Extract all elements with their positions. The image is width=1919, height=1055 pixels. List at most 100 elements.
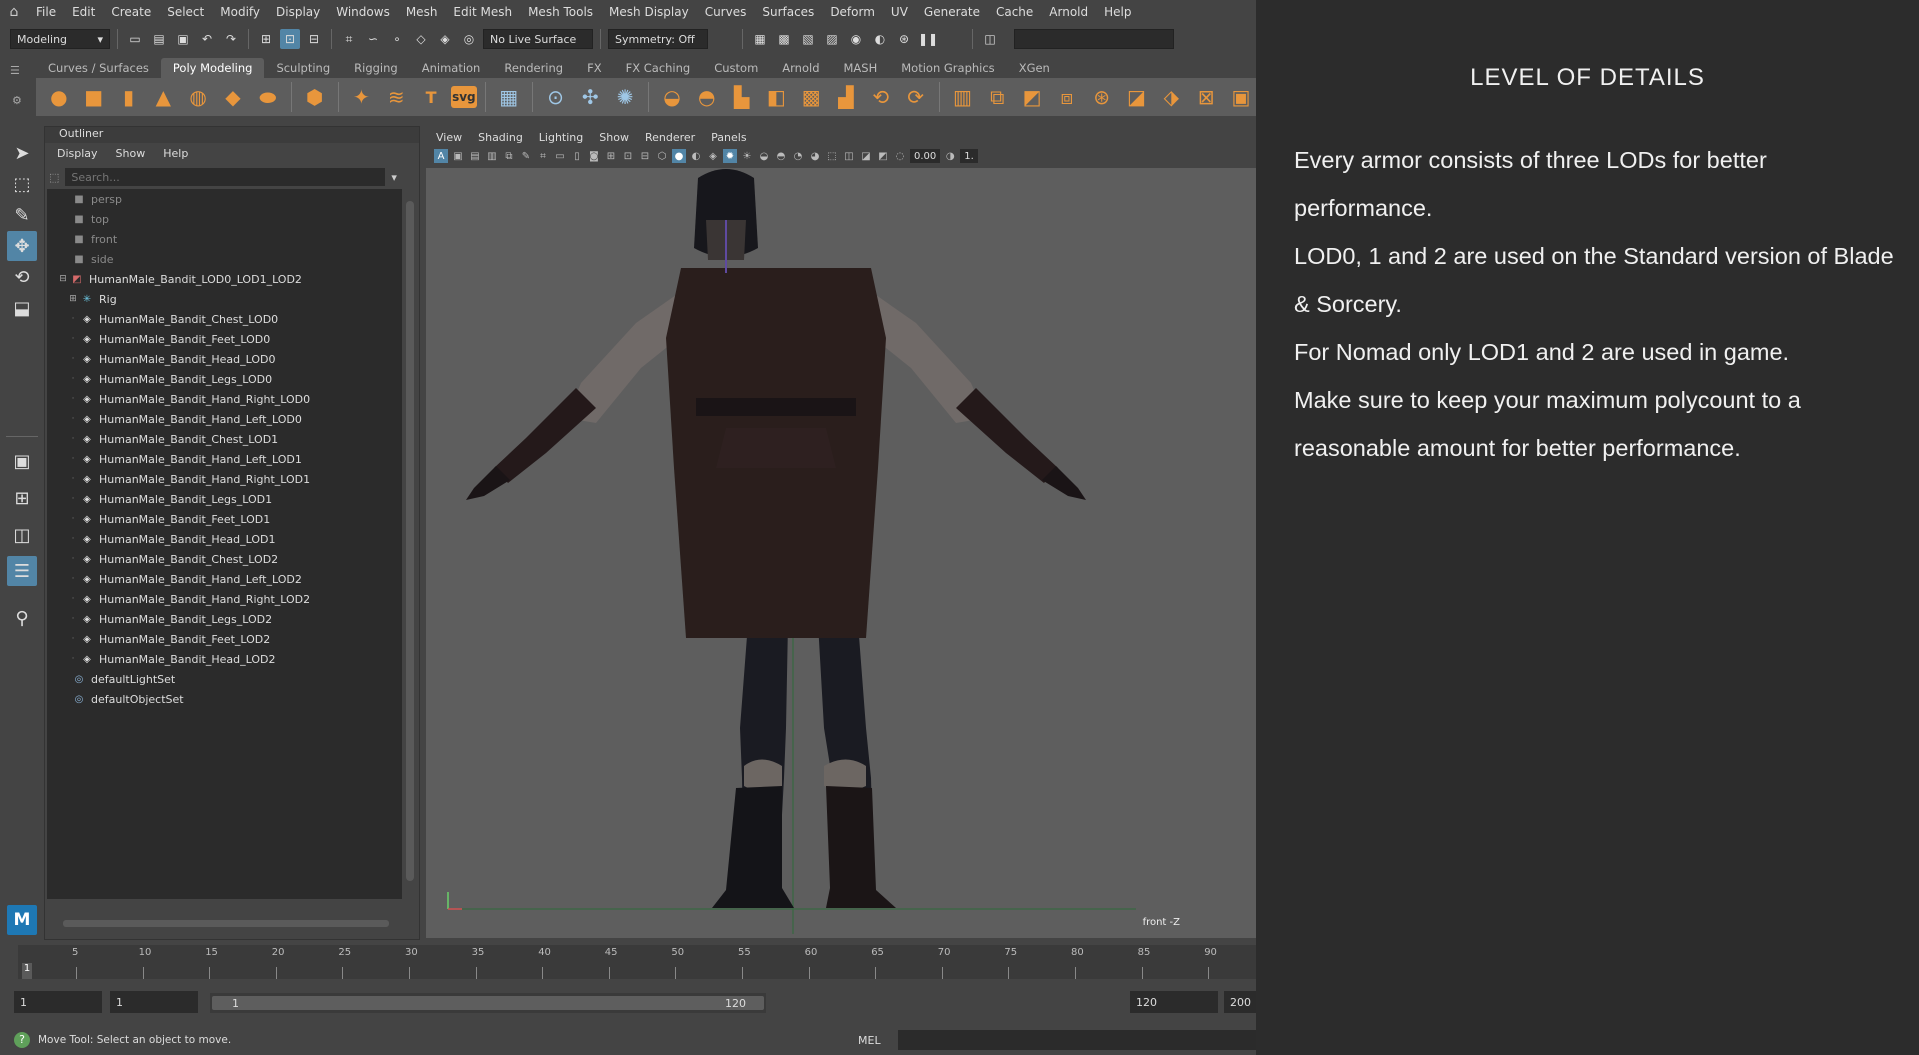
ipr-render-icon[interactable]: ▧ [798, 29, 818, 49]
snap-projected-icon[interactable]: ◇ [411, 29, 431, 49]
outliner-menu-help[interactable]: Help [163, 147, 188, 160]
select-hierarchy-icon[interactable]: ⊞ [256, 29, 276, 49]
scale-tool-icon[interactable]: ⬓ [7, 293, 37, 323]
shelf-tab-custom[interactable]: Custom [702, 58, 770, 78]
scrollbar-thumb[interactable] [63, 920, 389, 927]
list-item[interactable]: ■ side [47, 249, 402, 269]
scrollbar-thumb[interactable] [406, 201, 414, 881]
time-slider-bar[interactable]: 5 10 15 20 25 30 35 40 45 50 55 60 65 70 75 80 85 90 [18, 945, 1256, 979]
list-item[interactable]: ■ front [47, 229, 402, 249]
snap-grid-icon[interactable]: ⌗ [339, 29, 359, 49]
poly-torus-icon[interactable]: ◍ [183, 82, 213, 112]
viewport[interactable]: front -Z [426, 168, 1256, 938]
poly-cylinder-icon[interactable]: ▮ [114, 82, 144, 112]
list-item[interactable]: ◎ defaultLightSet [47, 669, 402, 689]
ambient-occlusion-icon[interactable]: ◒ [757, 149, 771, 163]
menu-display[interactable]: Display [268, 5, 328, 19]
shelf-tab-rigging[interactable]: Rigging [342, 58, 410, 78]
rotate-tool-icon[interactable]: ⟲ [7, 262, 37, 292]
shelf-tab-animation[interactable]: Animation [410, 58, 493, 78]
select-tool-icon[interactable]: ➤ [7, 138, 37, 168]
list-item[interactable]: · ◈ HumanMale_Bandit_Hand_Right_LOD0 [47, 389, 402, 409]
camera-attributes-icon[interactable]: ▣ [451, 149, 465, 163]
poly-sphere-icon[interactable]: ● [44, 82, 74, 112]
select-camera-icon[interactable]: A [434, 149, 448, 163]
move-tool-icon[interactable]: ✥ [7, 231, 37, 261]
outliner-layout-icon[interactable]: ☰ [7, 556, 37, 586]
list-item[interactable]: · ◈ HumanMale_Bandit_Legs_LOD1 [47, 489, 402, 509]
connect-icon[interactable]: ⊠ [1191, 82, 1221, 112]
depth-of-field-icon[interactable]: ◕ [808, 149, 822, 163]
uv-editor-icon[interactable]: ▦ [494, 82, 524, 112]
save-scene-icon[interactable]: ▣ [173, 29, 193, 49]
animation-start-field[interactable]: 1 [14, 991, 102, 1013]
command-input[interactable] [1014, 29, 1174, 49]
reduce-icon[interactable]: ▟ [831, 82, 861, 112]
multi-cut-icon[interactable]: ◪ [1122, 82, 1152, 112]
shelf-tab-rendering[interactable]: Rendering [492, 58, 575, 78]
menu-select[interactable]: Select [159, 5, 212, 19]
workspace-dropdown[interactable]: Modeling ▾ [10, 29, 110, 49]
outliner-menu-display[interactable]: Display [57, 147, 98, 160]
list-item[interactable]: ⊞ ✳ Rig [47, 289, 402, 309]
exposure-field[interactable]: 0.00 [910, 149, 941, 163]
shelf-tab-motion-graphics[interactable]: Motion Graphics [889, 58, 1006, 78]
four-view-icon[interactable]: ⊞ [7, 483, 37, 513]
list-item[interactable]: · ◈ HumanMale_Bandit_Chest_LOD0 [47, 309, 402, 329]
list-item[interactable]: · ◈ HumanMale_Bandit_Chest_LOD1 [47, 429, 402, 449]
bookmark-icon[interactable]: ▤ [468, 149, 482, 163]
wireframe-icon[interactable]: ⬡ [655, 149, 669, 163]
gate-mask-icon[interactable]: ◙ [587, 149, 601, 163]
symmetry-icon[interactable]: ✣ [575, 82, 605, 112]
xray-components-icon[interactable]: ◩ [876, 149, 890, 163]
super-shape-icon[interactable]: ✦ [347, 82, 377, 112]
menu-edit[interactable]: Edit [64, 5, 103, 19]
poly-cube-icon[interactable]: ■ [79, 82, 109, 112]
outliner-menu-show[interactable]: Show [116, 147, 146, 160]
xray-joints-icon[interactable]: ◪ [859, 149, 873, 163]
list-item[interactable]: · ◈ HumanMale_Bandit_Head_LOD0 [47, 349, 402, 369]
poly-disc-icon[interactable]: ⬬ [253, 82, 283, 112]
single-perspective-icon[interactable]: ▣ [7, 446, 37, 476]
mirror-icon[interactable]: ⟲ [866, 82, 896, 112]
bridge-icon[interactable]: ⧉ [982, 82, 1012, 112]
list-item[interactable]: · ◈ HumanMale_Bandit_Feet_LOD0 [47, 329, 402, 349]
command-line-input[interactable] [898, 1030, 1256, 1050]
pause-icon[interactable]: ❚❚ [918, 29, 938, 49]
time-slider[interactable]: 5 10 15 20 25 30 35 40 45 50 55 60 65 70 75 80 85 90 1 [0, 945, 1256, 979]
help-icon[interactable]: ? [14, 1032, 30, 1048]
list-item[interactable]: · ◈ HumanMale_Bandit_Hand_Left_LOD0 [47, 409, 402, 429]
gamma-icon[interactable]: ◑ [943, 149, 957, 163]
list-item[interactable]: · ◈ HumanMale_Bandit_Feet_LOD2 [47, 629, 402, 649]
snap-point-icon[interactable]: ∘ [387, 29, 407, 49]
exposure-icon[interactable]: ◌ [893, 149, 907, 163]
menu-generate[interactable]: Generate [916, 5, 988, 19]
animation-end-field[interactable]: 200 [1224, 991, 1256, 1013]
viewport-menu-renderer[interactable]: Renderer [645, 131, 695, 144]
menu-modify[interactable]: Modify [212, 5, 268, 19]
list-item[interactable]: ◎ defaultObjectSet [47, 689, 402, 709]
svg-tool-icon[interactable]: svg [450, 86, 477, 108]
safe-title-icon[interactable]: ⊟ [638, 149, 652, 163]
render-settings-icon[interactable]: ▨ [822, 29, 842, 49]
grid-icon[interactable]: ⌗ [536, 149, 550, 163]
outliner-vertical-scrollbar[interactable] [404, 189, 416, 899]
list-item[interactable]: · ◈ HumanMale_Bandit_Head_LOD1 [47, 529, 402, 549]
shelf-tab-xgen[interactable]: XGen [1007, 58, 1062, 78]
menu-deform[interactable]: Deform [822, 5, 883, 19]
list-item[interactable]: · ◈ HumanMale_Bandit_Hand_Right_LOD1 [47, 469, 402, 489]
boolean-icon[interactable]: ◧ [761, 82, 791, 112]
shelf-tab-poly-modeling[interactable]: Poly Modeling [160, 58, 265, 78]
select-component-icon[interactable]: ⊟ [304, 29, 324, 49]
menu-arnold[interactable]: Arnold [1041, 5, 1096, 19]
list-item[interactable]: · ◈ HumanMale_Bandit_Legs_LOD2 [47, 609, 402, 629]
poly-plane-icon[interactable]: ◆ [218, 82, 248, 112]
xray-icon[interactable]: ◫ [842, 149, 856, 163]
shadows-icon[interactable]: ☀ [740, 149, 754, 163]
menu-windows[interactable]: Windows [328, 5, 398, 19]
separate-icon[interactable]: ◓ [692, 82, 722, 112]
menu-help[interactable]: Help [1096, 5, 1139, 19]
list-item[interactable]: ■ persp [47, 189, 402, 209]
search-icon[interactable]: ⚲ [7, 603, 37, 633]
filter-icon[interactable]: ⬚ [49, 171, 59, 184]
